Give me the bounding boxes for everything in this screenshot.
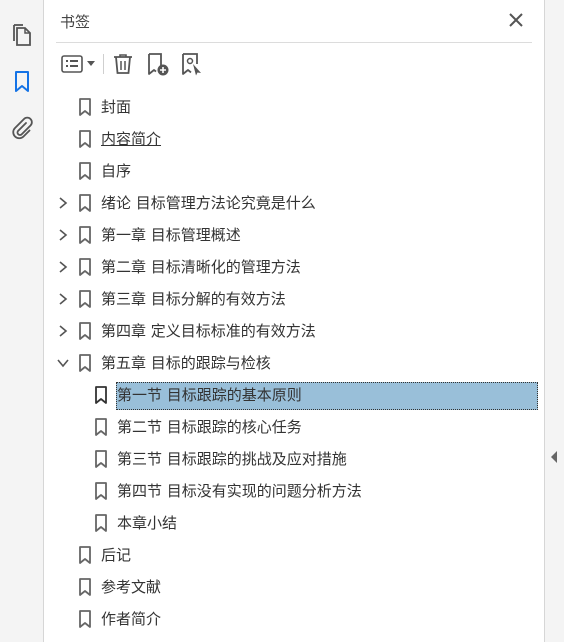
right-collapse-strip	[544, 0, 564, 642]
bookmark-subitem[interactable]: 本章小结	[44, 509, 544, 537]
bookmark-label: 第一章 目标管理概述	[101, 226, 241, 244]
bookmark-item[interactable]: 绪论 目标管理方法论究竟是什么	[44, 189, 544, 217]
bookmark-item[interactable]: 参考文献	[44, 573, 544, 601]
chevron-right-icon[interactable]	[56, 260, 70, 274]
bookmark-icon	[78, 578, 92, 596]
bookmark-icon	[78, 290, 92, 308]
bookmark-label: 自序	[101, 162, 132, 180]
bookmark-icon	[78, 258, 92, 276]
chevron-down-icon	[87, 61, 95, 66]
chevron-right-icon[interactable]	[56, 292, 70, 306]
bookmarks-panel: 书签 封面 内容简介 自序 绪论 目标管理方法论究竟是什么 第一章 目标管理概述…	[44, 0, 544, 642]
bookmark-item[interactable]: 封面	[44, 93, 544, 121]
bookmark-item[interactable]: 自序	[44, 157, 544, 185]
bookmark-item[interactable]: 第二章 目标清晰化的管理方法	[44, 253, 544, 281]
bookmark-icon	[94, 386, 108, 404]
bookmark-icon	[78, 226, 92, 244]
bookmark-subitem[interactable]: 第二节 目标跟踪的核心任务	[44, 413, 544, 441]
bookmark-item[interactable]: 第一章 目标管理概述	[44, 221, 544, 249]
header-divider	[56, 42, 532, 43]
bookmarks-toolbar	[44, 48, 544, 80]
bookmarks-icon[interactable]	[8, 68, 36, 96]
bookmark-subitem[interactable]: 第一节 目标跟踪的基本原则	[44, 381, 544, 410]
bookmark-icon	[78, 162, 92, 180]
chevron-right-icon[interactable]	[56, 196, 70, 210]
bookmark-item[interactable]: 内容简介	[44, 125, 544, 153]
new-bookmark-button[interactable]	[144, 50, 172, 78]
bookmark-icon	[94, 418, 108, 436]
bookmark-item[interactable]: 作者简介	[44, 605, 544, 633]
bookmark-icon	[78, 130, 92, 148]
panel-title: 书签	[60, 13, 91, 31]
bookmark-label: 第一节 目标跟踪的基本原则	[117, 386, 302, 404]
bookmark-icon	[78, 98, 92, 116]
trash-icon	[114, 54, 132, 74]
attachments-icon[interactable]	[8, 114, 36, 142]
bookmark-icon	[94, 514, 108, 532]
bookmark-icon	[78, 610, 92, 628]
close-button[interactable]	[504, 8, 528, 32]
delete-bookmark-button[interactable]	[110, 50, 136, 78]
close-icon	[509, 13, 523, 27]
bookmark-icon	[78, 354, 92, 372]
options-menu-button[interactable]	[58, 50, 98, 78]
bookmark-label: 第二章 目标清晰化的管理方法	[101, 258, 301, 276]
toolbar-separator	[103, 54, 104, 74]
bookmark-label: 参考文献	[101, 578, 162, 596]
options-list-icon	[61, 55, 83, 73]
bookmark-item[interactable]: 后记	[44, 541, 544, 569]
bookmark-label: 本章小结	[117, 514, 178, 532]
bookmark-icon	[78, 546, 92, 564]
new-bookmark-from-structure-button[interactable]	[178, 50, 206, 78]
bookmark-icon	[94, 450, 108, 468]
bookmark-label: 内容简介	[101, 130, 162, 148]
chevron-right-icon[interactable]	[56, 324, 70, 338]
bookmark-label: 第三章 目标分解的有效方法	[101, 290, 286, 308]
add-bookmark-icon	[148, 53, 169, 76]
bookmark-label: 第五章 目标的跟踪与检核	[101, 354, 271, 372]
bookmark-icon	[78, 194, 92, 212]
bookmark-subitem[interactable]: 第四节 目标没有实现的问题分析方法	[44, 477, 544, 505]
bookmark-label: 第三节 目标跟踪的挑战及应对措施	[117, 450, 347, 468]
bookmark-item[interactable]: 第五章 目标的跟踪与检核	[44, 349, 544, 377]
chevron-down-icon[interactable]	[56, 356, 70, 370]
bookmark-label: 第四章 定义目标标准的有效方法	[101, 322, 316, 340]
bookmark-icon	[94, 482, 108, 500]
bookmark-label: 绪论 目标管理方法论究竟是什么	[101, 194, 316, 212]
bookmark-item[interactable]: 第四章 定义目标标准的有效方法	[44, 317, 544, 345]
left-rail	[0, 0, 44, 642]
collapse-panel-arrow-icon[interactable]	[551, 451, 557, 463]
bookmark-subitem[interactable]: 第三节 目标跟踪的挑战及应对措施	[44, 445, 544, 473]
chevron-right-icon[interactable]	[56, 228, 70, 242]
bookmark-label: 作者简介	[101, 610, 162, 628]
bookmark-icon	[78, 322, 92, 340]
pages-icon[interactable]	[8, 22, 36, 50]
panel-header: 书签	[44, 0, 544, 42]
bookmark-label: 第四节 目标没有实现的问题分析方法	[117, 482, 362, 500]
bookmark-label: 第二节 目标跟踪的核心任务	[117, 418, 302, 436]
bookmark-structure-icon	[182, 53, 201, 76]
bookmark-label: 封面	[101, 98, 132, 116]
bookmark-item[interactable]: 第三章 目标分解的有效方法	[44, 285, 544, 313]
bookmark-label: 后记	[101, 546, 132, 564]
